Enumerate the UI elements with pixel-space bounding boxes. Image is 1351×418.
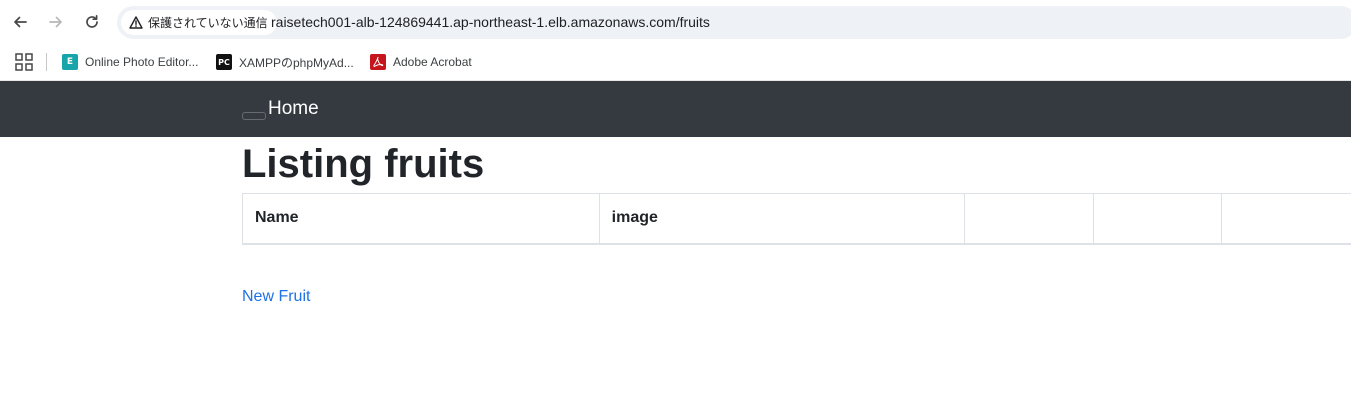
column-header-empty: [1221, 193, 1351, 245]
column-header-name: Name: [242, 193, 600, 245]
fruits-table: Name image: [242, 193, 1351, 245]
apps-grid-icon[interactable]: [15, 53, 33, 71]
back-button[interactable]: [8, 10, 32, 34]
warning-icon: [129, 16, 143, 29]
forward-arrow-icon: [49, 16, 62, 28]
address-bar[interactable]: 保護されていない通信 raisetech001-alb-124869441.ap…: [117, 6, 1351, 39]
bookmark-online-photo-editor[interactable]: E Online Photo Editor...: [62, 51, 198, 73]
column-header-empty: [964, 193, 1095, 245]
reload-button[interactable]: [80, 10, 104, 34]
column-header-empty: [1093, 193, 1223, 245]
forward-button[interactable]: [44, 10, 68, 34]
site-navbar: Home: [0, 81, 1351, 137]
security-indicator[interactable]: 保護されていない通信: [121, 10, 277, 35]
bookmarks-separator: [46, 53, 47, 71]
column-header-image: image: [598, 193, 966, 245]
bookmark-label: Online Photo Editor...: [85, 55, 199, 69]
bookmark-adobe-acrobat[interactable]: Adobe Acrobat: [370, 51, 472, 73]
page-title: Listing fruits: [242, 142, 485, 186]
bookmark-label: XAMPPのphpMyAd...: [239, 55, 354, 70]
navbar-toggler-button[interactable]: [242, 112, 266, 120]
bookmark-label: Adobe Acrobat: [393, 55, 472, 69]
security-label: 保護されていない通信: [148, 16, 268, 30]
table-header-row: Name image: [242, 193, 1351, 245]
bookmarks-bar: E Online Photo Editor... PC XAMPPのphpMyA…: [0, 44, 1351, 81]
new-fruit-link[interactable]: New Fruit: [242, 287, 310, 307]
browser-toolbar: 保護されていない通信 raisetech001-alb-124869441.ap…: [0, 0, 1351, 44]
reload-icon: [86, 14, 98, 28]
url-text[interactable]: raisetech001-alb-124869441.ap-northeast-…: [271, 6, 710, 39]
back-arrow-icon: [14, 16, 27, 28]
nav-home-link[interactable]: Home: [268, 98, 319, 120]
photo-editor-icon: E: [62, 54, 78, 70]
acrobat-icon: [370, 54, 386, 70]
bookmark-xampp-phpmyadmin[interactable]: PC XAMPPのphpMyAd...: [216, 51, 354, 73]
phpstorm-pc-icon: PC: [216, 54, 232, 70]
